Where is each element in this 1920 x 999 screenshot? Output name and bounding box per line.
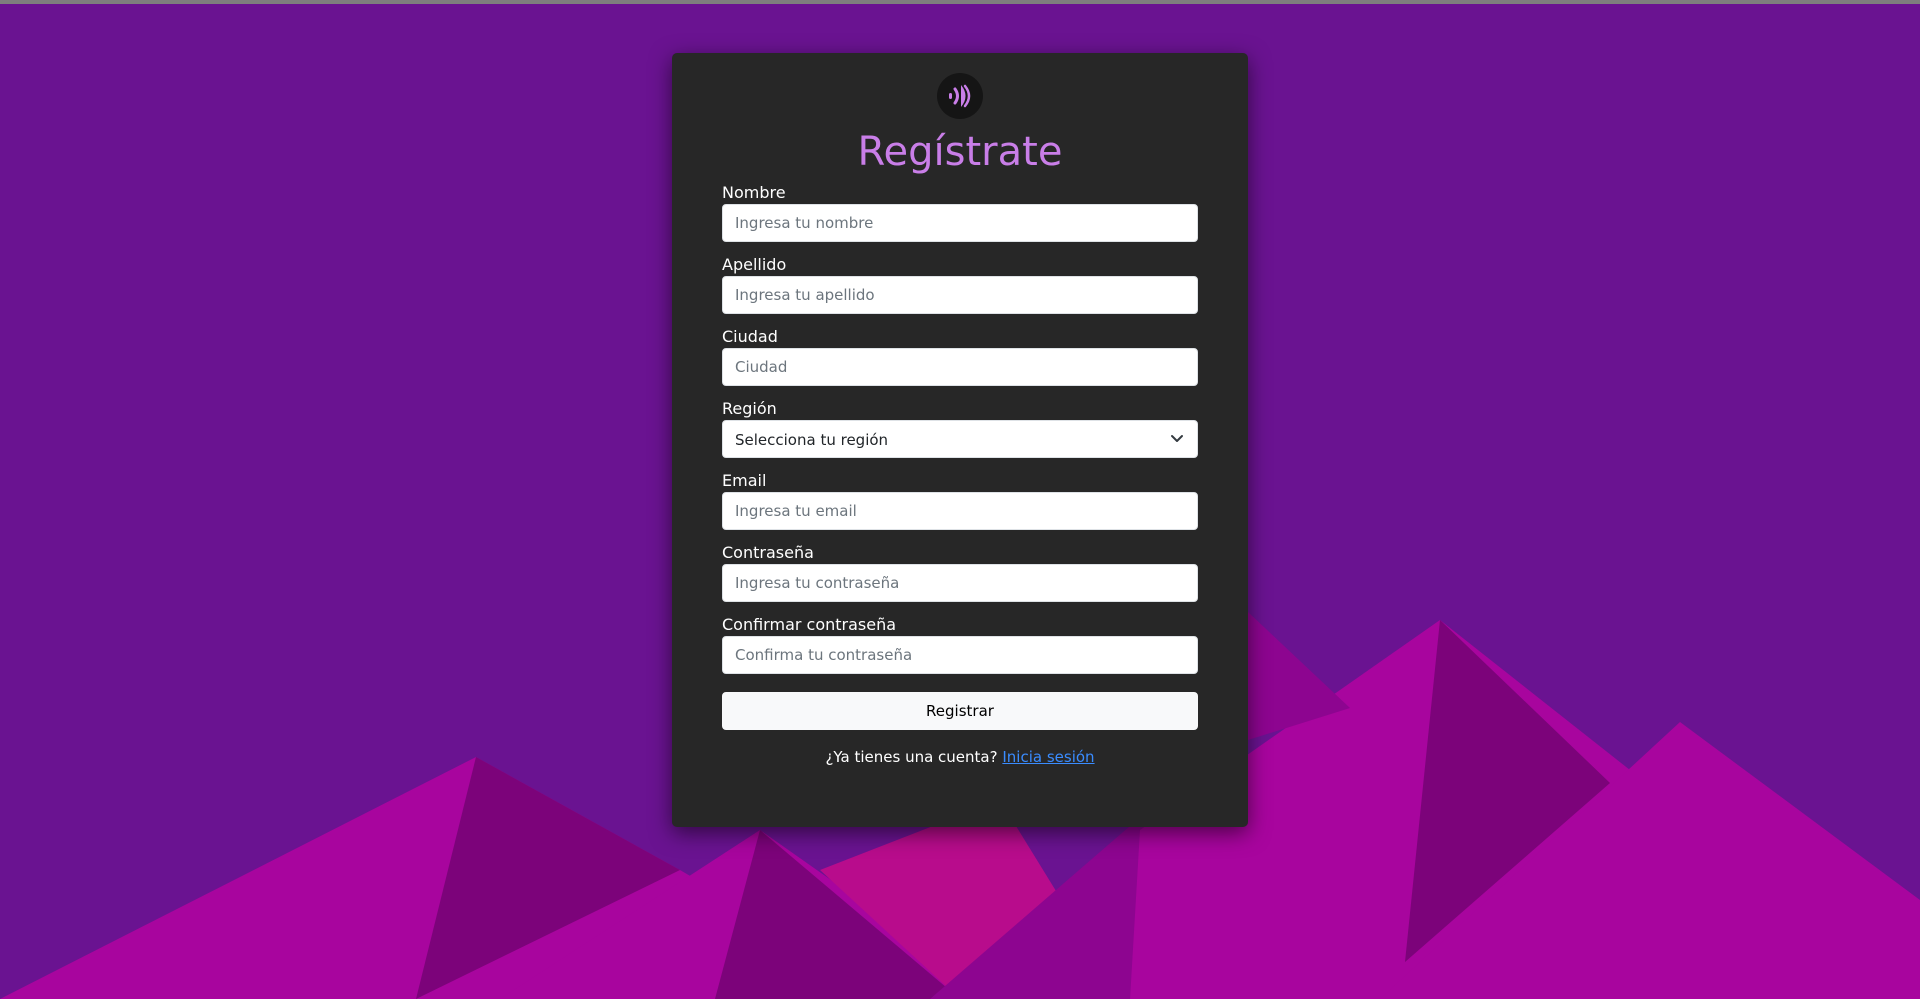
email-label: Email bbox=[722, 471, 767, 490]
password-input[interactable] bbox=[722, 564, 1198, 602]
register-button[interactable]: Registrar bbox=[722, 692, 1198, 730]
register-card: Regístrate Nombre Apellido Ciudad Región… bbox=[672, 53, 1248, 827]
login-prompt-text: ¿Ya tienes una cuenta? bbox=[825, 748, 998, 766]
sound-waves-icon bbox=[949, 84, 971, 108]
nombre-label: Nombre bbox=[722, 183, 786, 202]
confirm-password-input[interactable] bbox=[722, 636, 1198, 674]
ciudad-label: Ciudad bbox=[722, 327, 778, 346]
page-title: Regístrate bbox=[857, 129, 1063, 175]
chevron-down-icon bbox=[1171, 435, 1183, 442]
region-select[interactable]: Selecciona tu región bbox=[722, 420, 1198, 458]
email-input[interactable] bbox=[722, 492, 1198, 530]
apellido-label: Apellido bbox=[722, 255, 787, 274]
logo bbox=[937, 73, 983, 119]
nombre-input[interactable] bbox=[722, 204, 1198, 242]
password-label: Contraseña bbox=[722, 543, 814, 562]
region-label: Región bbox=[722, 399, 777, 418]
region-select-value: Selecciona tu región bbox=[735, 431, 889, 449]
confirm-password-label: Confirmar contraseña bbox=[722, 615, 897, 634]
ciudad-input[interactable] bbox=[722, 348, 1198, 386]
login-link[interactable]: Inicia sesión bbox=[1002, 748, 1094, 766]
login-prompt-line: ¿Ya tienes una cuenta? Inicia sesión bbox=[672, 747, 1248, 767]
apellido-input[interactable] bbox=[722, 276, 1198, 314]
